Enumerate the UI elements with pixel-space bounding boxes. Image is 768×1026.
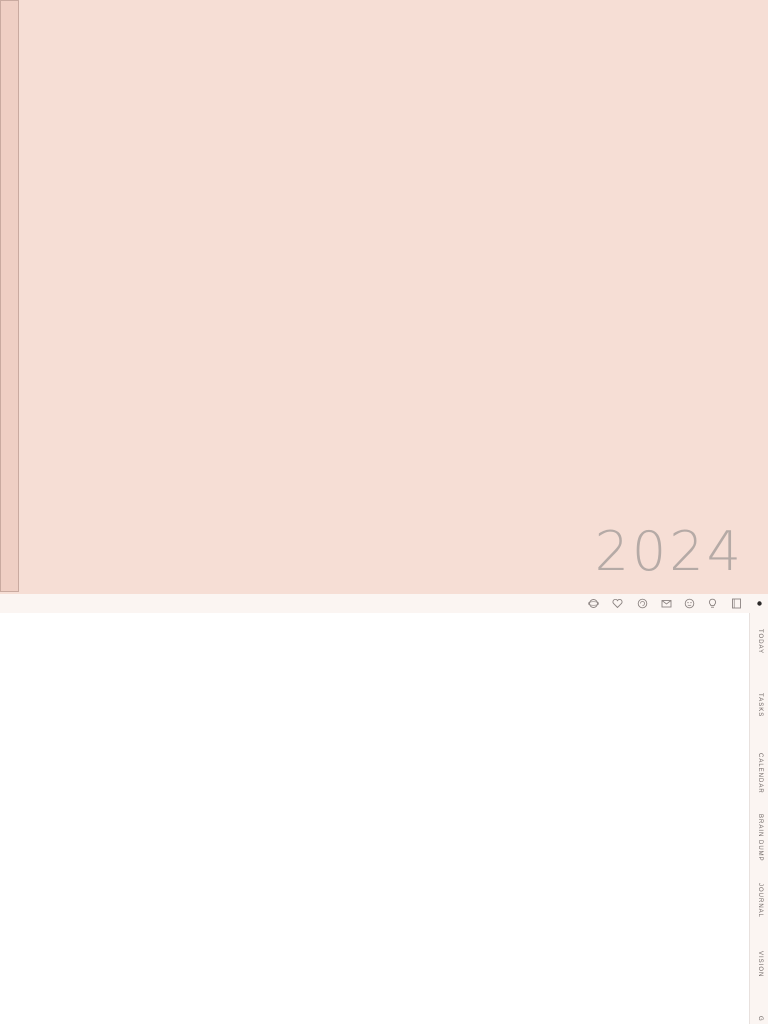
tab-journal[interactable]: JOURNAL	[751, 883, 768, 943]
notebook-icon[interactable]	[731, 598, 742, 609]
blank-page	[0, 613, 749, 1024]
planet-icon[interactable]	[588, 598, 599, 609]
tab-vision[interactable]: VISION	[751, 951, 768, 1011]
section-tabs: TODAY TASKS CALENDAR BRAIN DUMP JOURNAL …	[749, 613, 768, 1024]
heart-icon[interactable]	[612, 598, 623, 609]
dot-icon[interactable]	[754, 598, 765, 609]
tab-calendar[interactable]: CALENDAR	[751, 753, 768, 813]
tab-today[interactable]: TODAY	[751, 629, 768, 685]
tab-tasks[interactable]: TASKS	[751, 693, 768, 753]
face-icon[interactable]	[684, 598, 695, 609]
swirl-icon[interactable]	[637, 598, 648, 609]
lightbulb-icon[interactable]	[707, 598, 718, 609]
icon-toolbar	[0, 594, 768, 613]
planner-cover: 2024	[0, 0, 768, 594]
cover-year: 2024	[594, 520, 744, 583]
tab-brain-dump[interactable]: BRAIN DUMP	[751, 814, 768, 874]
cover-spine	[0, 0, 19, 592]
envelope-icon[interactable]	[661, 598, 672, 609]
tab-goals[interactable]: G	[751, 1016, 768, 1026]
